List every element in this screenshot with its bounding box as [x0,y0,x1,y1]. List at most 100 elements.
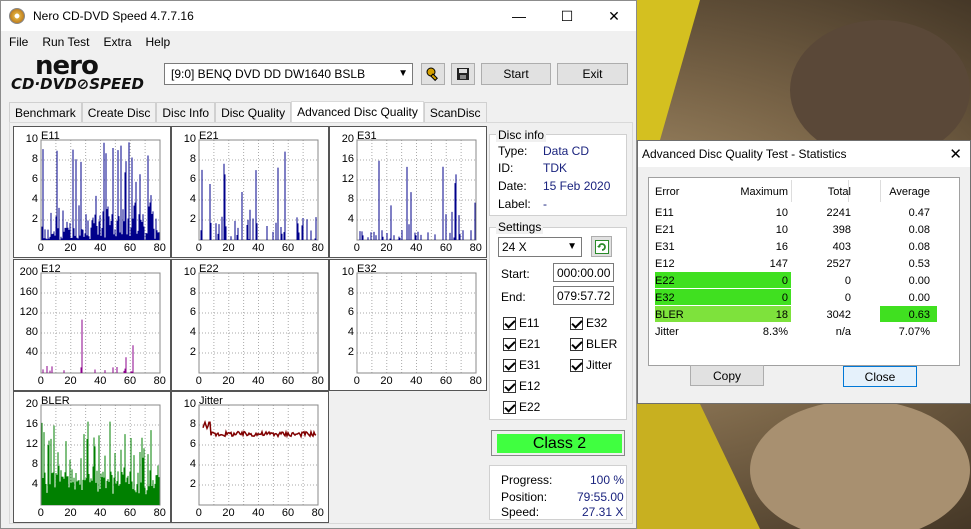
statistics-close-icon[interactable]: ✕ [949,145,962,163]
title-bar[interactable]: Nero CD-DVD Speed 4.7.7.16 — ☐ ✕ [1,1,636,31]
x-tick-label: 40 [410,375,423,387]
jitter-checkbox[interactable]: Jitter [570,358,612,372]
y-tick-label: 6 [189,173,196,185]
e12-checkbox[interactable]: E12 [503,379,540,393]
stats-cell: E32 [655,292,675,304]
tab-disc-quality[interactable]: Disc Quality [215,102,292,122]
tab-bar: Benchmark Create Disc Disc Info Disc Qua… [9,101,487,122]
position-value: 79:55.00 [577,490,624,504]
disc-info-title: Disc info [496,128,547,142]
statistics-title: Advanced Disc Quality Test - Statistics [642,147,847,161]
e22-checkbox-label: E22 [519,400,541,414]
tab-create-disc[interactable]: Create Disc [81,102,157,122]
y-tick-label: 20 [25,398,38,410]
y-tick-label: 6 [347,306,354,318]
x-tick-label: 60 [439,242,453,254]
grid [356,139,477,241]
window-title: Nero CD-DVD Speed 4.7.7.16 [33,9,194,23]
stats-cell: BLER [655,309,684,321]
e11-checkbox[interactable]: E11 [503,316,539,330]
x-tick-label: 40 [94,242,107,254]
y-tick-label: 2 [189,213,196,225]
stats-cell: E22 [655,275,675,287]
drive-select[interactable]: [9:0] BENQ DVD DD DW1640 BSLB ▼ [164,63,413,85]
x-tick-label: 80 [153,375,166,387]
x-tick-label: 60 [123,375,137,387]
y-tick-label: 10 [183,398,196,410]
statistics-title-bar[interactable]: Advanced Disc Quality Test - Statistics … [638,141,970,167]
start-input[interactable]: 000:00.00 [553,263,614,282]
speed-select[interactable]: 24 X ▼ [498,237,582,257]
disc-label-label: Label: [498,197,531,211]
x-tick-label: 40 [252,507,265,519]
menu-file[interactable]: File [9,35,28,49]
stats-cell: 398 [832,224,851,236]
end-label: End: [501,290,526,304]
x-tick-label: 20 [64,242,77,254]
start-button[interactable]: Start [481,63,551,85]
class-badge: Class 2 [497,434,622,453]
drive-info-button[interactable] [421,63,445,85]
graph-e31: E31 20 16 12 8 4 0 20 40 60 80 [329,126,487,258]
x-tick-label: 60 [123,507,137,519]
stats-cell: 10 [775,224,788,236]
progress-label: Progress: [501,473,553,487]
stats-cell: E31 [655,241,675,253]
refresh-icon [594,239,609,254]
e31-checkbox[interactable]: E31 [503,358,540,372]
graph-title: E11 [41,130,60,142]
graph-e32: E32 10 8 6 4 2 0 20 40 60 80 [329,259,487,391]
x-tick-label: 20 [222,242,235,254]
x-tick-label: 80 [311,242,324,254]
y-tick-label: 10 [183,266,196,278]
e22-checkbox[interactable]: E22 [503,400,540,414]
y-tick-label: 8 [189,418,196,430]
y-tick-label: 16 [341,153,354,165]
end-input[interactable]: 079:57.72 [553,286,614,305]
save-button[interactable] [451,63,475,85]
tab-disc-info[interactable]: Disc Info [156,102,216,122]
x-tick-label: 80 [469,242,482,254]
grid [198,272,319,374]
tab-panel: E11 10 8 6 4 2 0 20 40 60 80 E21 10 8 6 4 2 0 20 40 60 80 E31 2… [9,122,633,524]
minimize-button[interactable]: — [496,1,542,31]
y-tick-label: 40 [25,346,38,358]
y-tick-label: 8 [189,153,196,165]
refresh-speed-button[interactable] [591,236,612,257]
disc-date-value: 15 Feb 2020 [543,179,611,193]
y-tick-label: 8 [31,458,38,470]
stats-cell: 0 [844,292,851,304]
menu-extra[interactable]: Extra [103,35,131,49]
menu-help[interactable]: Help [146,35,171,49]
x-tick-label: 20 [222,507,235,519]
y-tick-label: 4 [347,213,354,225]
maximize-button[interactable]: ☐ [544,1,590,31]
tab-scandisc[interactable]: ScanDisc [423,102,487,122]
tab-advanced-disc-quality[interactable]: Advanced Disc Quality [291,101,424,122]
copy-button[interactable]: Copy [690,365,764,386]
y-tick-label: 10 [341,266,354,278]
menu-run-test[interactable]: Run Test [42,35,89,49]
bars-bler [41,421,160,505]
exit-button[interactable]: Exit [557,63,628,85]
x-tick-label: 0 [195,507,202,519]
tab-benchmark[interactable]: Benchmark [9,102,82,122]
wrench-icon [426,67,438,82]
graph-title: BLER [41,395,70,407]
settings-title: Settings [496,220,544,234]
close-button[interactable]: ✕ [591,1,637,31]
y-tick-label: 4 [31,478,38,490]
graph-title: E31 [357,130,377,142]
e32-checkbox[interactable]: E32 [570,316,607,330]
start-label: Start: [501,267,530,281]
y-tick-label: 16 [25,418,38,430]
y-tick-label: 120 [19,306,38,318]
graph-title: E12 [41,263,61,275]
close-dialog-button[interactable]: Close [843,366,917,387]
y-tick-label: 2 [189,346,196,358]
e21-checkbox[interactable]: E21 [503,337,540,351]
jitter-series-line [202,419,317,439]
grid [40,272,161,374]
bler-checkbox[interactable]: BLER [570,337,617,351]
y-tick-label: 6 [189,438,196,450]
